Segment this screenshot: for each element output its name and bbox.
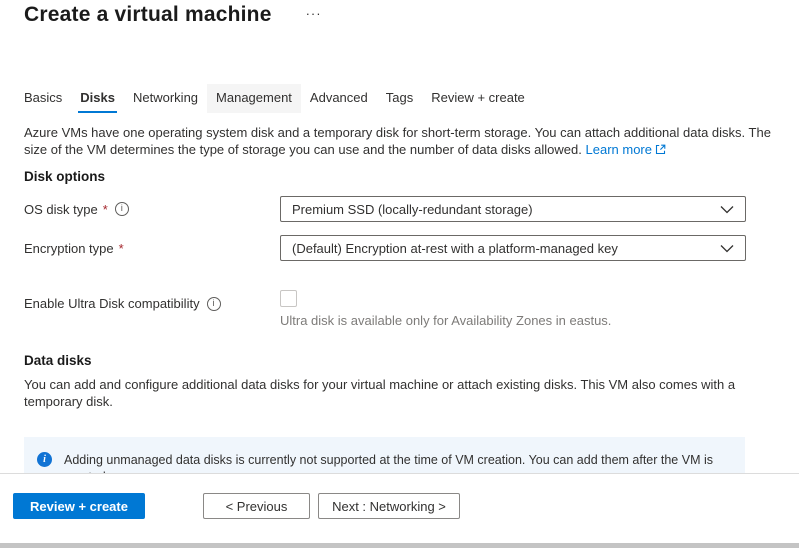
window-bottom-edge <box>0 543 799 548</box>
data-disks-heading: Data disks <box>24 353 92 368</box>
encryption-type-row: Encryption type * (Default) Encryption a… <box>24 235 746 261</box>
page-title: Create a virtual machine <box>24 3 272 27</box>
os-disk-type-select[interactable]: Premium SSD (locally-redundant storage) <box>280 196 746 222</box>
create-vm-page: Create a virtual machine ··· Basics Disk… <box>0 0 799 548</box>
info-icon[interactable]: i <box>115 202 129 216</box>
tab-networking[interactable]: Networking <box>124 84 207 113</box>
chevron-down-icon <box>720 205 734 214</box>
footer-bar: Review + create < Previous Next : Networ… <box>0 473 799 543</box>
learn-more-label: Learn more <box>586 142 652 157</box>
more-options-button[interactable]: ··· <box>306 6 322 21</box>
os-disk-type-label-text: OS disk type <box>24 202 98 217</box>
required-asterisk: * <box>103 202 108 217</box>
learn-more-link[interactable]: Learn more <box>586 142 666 157</box>
info-icon: i <box>37 452 52 467</box>
intro-text: Azure VMs have one operating system disk… <box>24 124 774 158</box>
ultra-disk-helper-text: Ultra disk is available only for Availab… <box>280 313 611 328</box>
page-header: Create a virtual machine ··· <box>24 3 322 27</box>
tab-bar: Basics Disks Networking Management Advan… <box>15 84 534 113</box>
required-asterisk: * <box>119 241 124 256</box>
os-disk-type-label: OS disk type * i <box>24 202 280 217</box>
data-disks-description: You can add and configure additional dat… <box>24 376 774 410</box>
tab-management[interactable]: Management <box>207 84 301 113</box>
info-icon[interactable]: i <box>207 297 221 311</box>
chevron-down-icon <box>720 244 734 253</box>
tab-disks[interactable]: Disks <box>71 84 124 113</box>
ultra-disk-label: Enable Ultra Disk compatibility i <box>24 296 221 311</box>
encryption-type-value: (Default) Encryption at-rest with a plat… <box>292 241 618 256</box>
os-disk-type-value: Premium SSD (locally-redundant storage) <box>292 202 533 217</box>
next-networking-button[interactable]: Next : Networking > <box>318 493 460 519</box>
disk-options-heading: Disk options <box>24 169 105 184</box>
review-create-button[interactable]: Review + create <box>13 493 145 519</box>
ultra-disk-checkbox[interactable] <box>280 290 297 307</box>
ultra-disk-label-text: Enable Ultra Disk compatibility <box>24 296 200 311</box>
tab-basics[interactable]: Basics <box>15 84 71 113</box>
tab-review-create[interactable]: Review + create <box>422 84 534 113</box>
encryption-type-label-text: Encryption type <box>24 241 114 256</box>
external-link-icon <box>655 144 666 155</box>
tab-tags[interactable]: Tags <box>377 84 422 113</box>
os-disk-type-row: OS disk type * i Premium SSD (locally-re… <box>24 196 746 222</box>
encryption-type-label: Encryption type * <box>24 241 280 256</box>
previous-button[interactable]: < Previous <box>203 493 310 519</box>
tab-advanced[interactable]: Advanced <box>301 84 377 113</box>
encryption-type-select[interactable]: (Default) Encryption at-rest with a plat… <box>280 235 746 261</box>
